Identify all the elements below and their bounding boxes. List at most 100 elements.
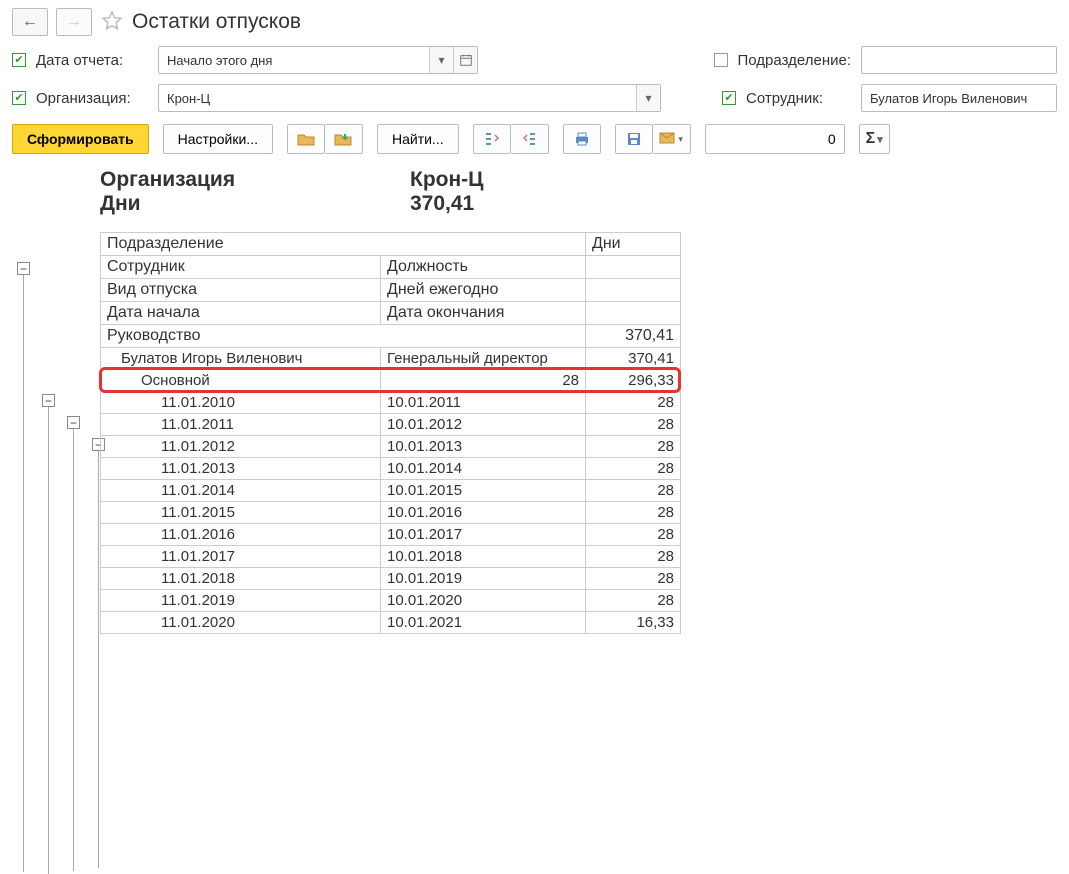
period-start: 11.01.2015: [101, 502, 381, 524]
period-end: 10.01.2019: [381, 568, 586, 590]
settings-button[interactable]: Настройки...: [163, 124, 273, 154]
period-days: 28: [586, 546, 681, 568]
period-days: 28: [586, 414, 681, 436]
hdr-position: Должность: [381, 256, 586, 279]
summary-days-label: Дни: [100, 192, 410, 216]
save-disk-button[interactable]: [615, 124, 653, 154]
hdr-days: Дни: [586, 233, 681, 256]
hdr-vac-type: Вид отпуска: [101, 279, 381, 302]
date-filter-checkbox[interactable]: ✔: [12, 53, 26, 67]
period-end: 10.01.2014: [381, 458, 586, 480]
period-end: 10.01.2016: [381, 502, 586, 524]
period-end: 10.01.2017: [381, 524, 586, 546]
expand-all-button[interactable]: [473, 124, 511, 154]
period-start: 11.01.2010: [101, 392, 381, 414]
sigma-button[interactable]: Σ ▾: [859, 124, 890, 154]
org-dropdown-icon[interactable]: ▾: [636, 85, 660, 111]
period-row: 11.01.201310.01.201428: [101, 458, 681, 480]
chevron-down-icon: ▾: [877, 133, 883, 146]
emp-position: Генеральный директор: [381, 348, 586, 370]
period-days: 28: [586, 590, 681, 612]
emp-filter-checkbox[interactable]: ✔: [722, 91, 736, 105]
period-row: 11.01.201010.01.201128: [101, 392, 681, 414]
period-start: 11.01.2018: [101, 568, 381, 590]
find-button[interactable]: Найти...: [377, 124, 459, 154]
save-folder-button[interactable]: [325, 124, 363, 154]
period-days: 28: [586, 524, 681, 546]
emp-filter-label: Сотрудник:: [746, 90, 851, 107]
period-end: 10.01.2018: [381, 546, 586, 568]
emp-filter-value: Булатов Игорь Виленович: [862, 85, 1056, 111]
period-end: 10.01.2012: [381, 414, 586, 436]
period-end: 10.01.2011: [381, 392, 586, 414]
period-start: 11.01.2019: [101, 590, 381, 612]
period-end: 10.01.2013: [381, 436, 586, 458]
period-row: 11.01.201110.01.201228: [101, 414, 681, 436]
hdr-employee: Сотрудник: [101, 256, 381, 279]
page-title: Остатки отпусков: [132, 10, 301, 34]
org-filter-value: Крон-Ц: [159, 85, 636, 111]
period-start: 11.01.2013: [101, 458, 381, 480]
period-start: 11.01.2020: [101, 612, 381, 634]
period-row: 11.01.201210.01.201328: [101, 436, 681, 458]
period-start: 11.01.2012: [101, 436, 381, 458]
period-days: 28: [586, 392, 681, 414]
period-row: 11.01.201710.01.201828: [101, 546, 681, 568]
vac-type: Основной: [101, 370, 381, 392]
period-end: 10.01.2021: [381, 612, 586, 634]
date-filter-value: Начало этого дня: [159, 47, 429, 73]
tree-gutter: − − − −: [12, 164, 100, 634]
period-row: 11.01.202010.01.202116,33: [101, 612, 681, 634]
calendar-icon[interactable]: [453, 47, 477, 73]
org-filter-checkbox[interactable]: ✔: [12, 91, 26, 105]
hdr-days-year: Дней ежегодно: [381, 279, 586, 302]
group-days: 370,41: [586, 325, 681, 348]
emp-name: Булатов Игорь Виленович: [101, 348, 381, 370]
vac-days: 296,33: [586, 370, 681, 392]
date-filter-label: Дата отчета:: [36, 52, 148, 69]
period-days: 28: [586, 502, 681, 524]
period-days: 28: [586, 568, 681, 590]
vac-per-year: 28: [381, 370, 586, 392]
period-row: 11.01.201510.01.201628: [101, 502, 681, 524]
nav-forward-button[interactable]: →: [56, 8, 92, 36]
print-button[interactable]: [563, 124, 601, 154]
email-button[interactable]: ▾: [653, 124, 691, 154]
favorite-star-icon[interactable]: [100, 9, 124, 36]
dept-filter-value: [862, 47, 1056, 73]
dept-filter-label: Подразделение:: [738, 52, 851, 69]
org-filter-input[interactable]: Крон-Ц ▾: [158, 84, 661, 112]
collapse-all-button[interactable]: [511, 124, 549, 154]
summary-org-value: Крон-Ц: [410, 168, 484, 192]
dept-filter-input[interactable]: [861, 46, 1057, 74]
collapse-level-1[interactable]: −: [42, 394, 55, 407]
date-filter-input[interactable]: Начало этого дня ▾: [158, 46, 478, 74]
period-end: 10.01.2015: [381, 480, 586, 502]
period-row: 11.01.201610.01.201728: [101, 524, 681, 546]
period-row: 11.01.201410.01.201528: [101, 480, 681, 502]
collapse-level-0[interactable]: −: [17, 262, 30, 275]
collapse-level-2[interactable]: −: [67, 416, 80, 429]
summary-days-value: 370,41: [410, 192, 474, 216]
period-days: 16,33: [586, 612, 681, 634]
period-start: 11.01.2017: [101, 546, 381, 568]
open-folder-button[interactable]: [287, 124, 325, 154]
org-filter-label: Организация:: [36, 90, 148, 107]
report-table: Подразделение Дни Сотрудник Должность Ви…: [100, 232, 681, 634]
summary-org-label: Организация: [100, 168, 410, 192]
group-name: Руководство: [101, 325, 586, 348]
hdr-start: Дата начала: [101, 302, 381, 325]
find-button-label: Найти...: [392, 131, 444, 147]
number-input[interactable]: [705, 124, 845, 154]
period-days: 28: [586, 436, 681, 458]
period-end: 10.01.2020: [381, 590, 586, 612]
hdr-end: Дата окончания: [381, 302, 586, 325]
dept-filter-checkbox[interactable]: ✔: [714, 53, 728, 67]
hdr-dept: Подразделение: [101, 233, 586, 256]
date-dropdown-icon[interactable]: ▾: [429, 47, 453, 73]
chevron-down-icon: ▾: [678, 134, 683, 145]
generate-button[interactable]: Сформировать: [12, 124, 149, 154]
emp-filter-input[interactable]: Булатов Игорь Виленович: [861, 84, 1057, 112]
nav-back-button[interactable]: ←: [12, 8, 48, 36]
period-start: 11.01.2011: [101, 414, 381, 436]
